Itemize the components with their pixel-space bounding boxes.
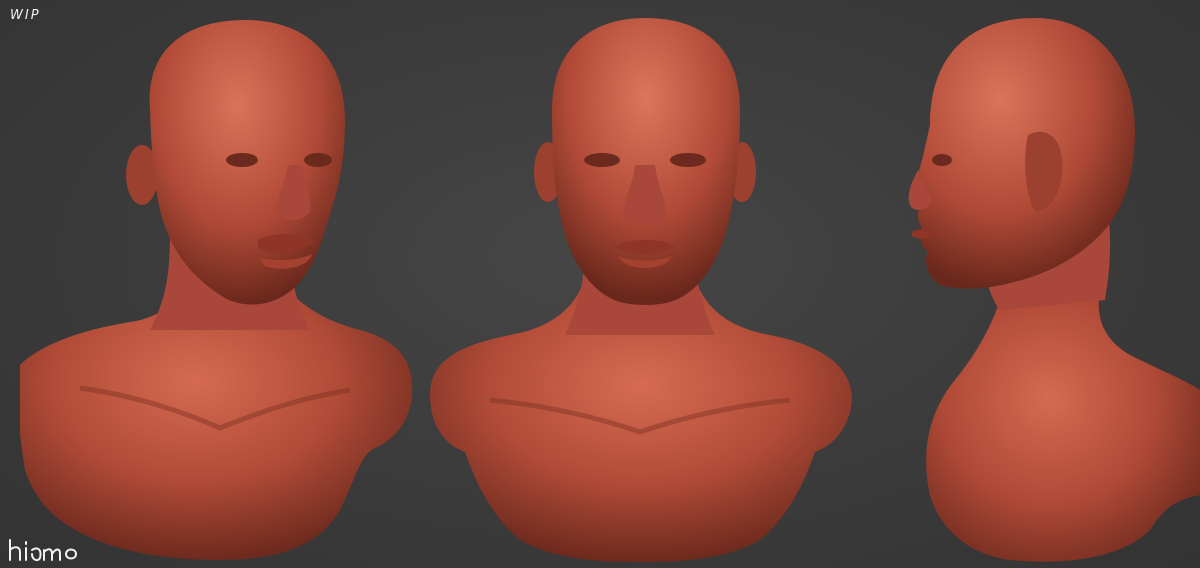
render-canvas: WIP (0, 0, 1200, 568)
bust-three-quarter-view (20, 0, 420, 568)
bust-front-view (420, 0, 860, 568)
artist-signature (9, 539, 78, 562)
bust-profile-view (860, 0, 1200, 568)
